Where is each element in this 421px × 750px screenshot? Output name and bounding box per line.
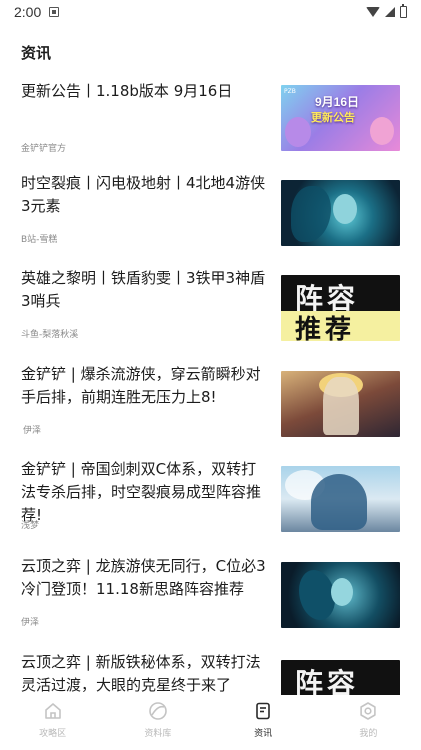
thumbnail-tag: PZB bbox=[284, 88, 296, 95]
news-item[interactable]: 金铲铲 | 帝国剑刺双C体系，双转打法专杀后排，时空裂痕易成型阵容推荐! 浅梦 bbox=[0, 453, 421, 549]
status-indicators bbox=[366, 4, 407, 18]
news-title: 更新公告丨1.18b版本 9月16日 bbox=[21, 82, 233, 100]
tab-label: 我的 bbox=[359, 729, 378, 739]
news-item[interactable]: 更新公告丨1.18b版本 9月16日 金铲铲官方 PZB 9月16日 更新公告 bbox=[0, 70, 421, 165]
tab-label: 攻略区 bbox=[39, 729, 67, 739]
news-thumbnail bbox=[281, 371, 400, 437]
disc-icon bbox=[148, 701, 168, 721]
character-face bbox=[333, 194, 357, 224]
thumbnail-headline: 阵容 bbox=[295, 667, 360, 695]
tab-database[interactable]: 资料库 bbox=[105, 695, 210, 750]
news-item[interactable]: 云顶之弈 | 新版铁秘体系，双转打法灵活过渡，大眼的克星终于来了 阵容 bbox=[0, 645, 421, 695]
bottom-tab-bar: 攻略区 资料库 资讯 我的 bbox=[0, 695, 421, 750]
status-bar: 2:00 bbox=[0, 0, 421, 24]
character-hair bbox=[299, 570, 335, 620]
news-thumbnail: 阵容 bbox=[281, 660, 400, 695]
thumbnail-date: 9月16日 bbox=[315, 95, 360, 109]
tab-label: 资讯 bbox=[254, 729, 273, 739]
news-title: 时空裂痕丨闪电极地射丨4北地4游侠3元素 bbox=[21, 174, 266, 215]
news-thumbnail: PZB 9月16日 更新公告 bbox=[281, 85, 400, 151]
news-title: 金铲铲 | 爆杀流游侠，穿云箭瞬秒对手后排，前期连胜无压力上8! bbox=[21, 365, 261, 406]
news-source: 伊泽 bbox=[21, 618, 40, 628]
news-source: 金铲铲官方 bbox=[21, 144, 67, 154]
tab-label: 资料库 bbox=[144, 729, 172, 739]
news-feed[interactable]: 更新公告丨1.18b版本 9月16日 金铲铲官方 PZB 9月16日 更新公告 … bbox=[0, 70, 421, 695]
tab-news[interactable]: 资讯 bbox=[211, 695, 316, 750]
news-item[interactable]: 时空裂痕丨闪电极地射丨4北地4游侠3元素 B站-雪糕 bbox=[0, 165, 421, 261]
news-title: 云顶之弈 | 龙族游侠无同行，C位必3冷门登顶！11.18新思路阵容推荐 bbox=[21, 557, 266, 598]
tab-guides[interactable]: 攻略区 bbox=[0, 695, 105, 750]
news-source: 斗鱼-梨落秋溪 bbox=[21, 330, 79, 340]
news-title: 云顶之弈 | 新版铁秘体系，双转打法灵活过渡，大眼的克星终于来了 bbox=[21, 653, 261, 694]
news-thumbnail bbox=[281, 180, 400, 246]
news-thumbnail bbox=[281, 562, 400, 628]
battery-icon bbox=[400, 4, 407, 18]
news-source: B站-雪糕 bbox=[21, 235, 58, 245]
news-title: 英雄之黎明丨铁盾豹雯丨3铁甲3神盾3哨兵 bbox=[21, 269, 266, 310]
news-thumbnail bbox=[281, 466, 400, 532]
notification-app-icon bbox=[49, 7, 60, 17]
news-item[interactable]: 金铲铲 | 爆杀流游侠，穿云箭瞬秒对手后排，前期连胜无压力上8! 伊泽 bbox=[0, 357, 421, 453]
wifi-icon bbox=[366, 7, 380, 17]
signal-icon bbox=[385, 7, 395, 17]
tab-profile[interactable]: 我的 bbox=[316, 695, 421, 750]
thumbnail-caption: 更新公告 bbox=[311, 111, 355, 124]
news-title: 金铲铲 | 帝国剑刺双C体系，双转打法专杀后排，时空裂痕易成型阵容推荐! bbox=[21, 460, 262, 524]
character-figure bbox=[311, 474, 367, 530]
news-source: 浅梦 bbox=[21, 521, 40, 531]
character-right-image bbox=[370, 117, 394, 145]
page-title: 资讯 bbox=[21, 44, 52, 62]
news-item[interactable]: 云顶之弈 | 龙族游侠无同行，C位必3冷门登顶！11.18新思路阵容推荐 伊泽 bbox=[0, 549, 421, 645]
character-left-image bbox=[285, 117, 311, 147]
gear-icon bbox=[358, 701, 378, 721]
character-hair bbox=[291, 186, 331, 242]
character-figure bbox=[323, 377, 359, 435]
news-source: 伊泽 bbox=[23, 426, 42, 436]
document-icon bbox=[253, 701, 273, 721]
news-item[interactable]: 英雄之黎明丨铁盾豹雯丨3铁甲3神盾3哨兵 斗鱼-梨落秋溪 阵容 推荐 bbox=[0, 261, 421, 357]
thumbnail-subheadline: 推荐 bbox=[295, 315, 356, 341]
news-thumbnail: 阵容 推荐 bbox=[281, 275, 400, 341]
character-face bbox=[331, 578, 353, 606]
status-time: 2:00 bbox=[14, 4, 42, 20]
home-icon bbox=[43, 701, 63, 721]
